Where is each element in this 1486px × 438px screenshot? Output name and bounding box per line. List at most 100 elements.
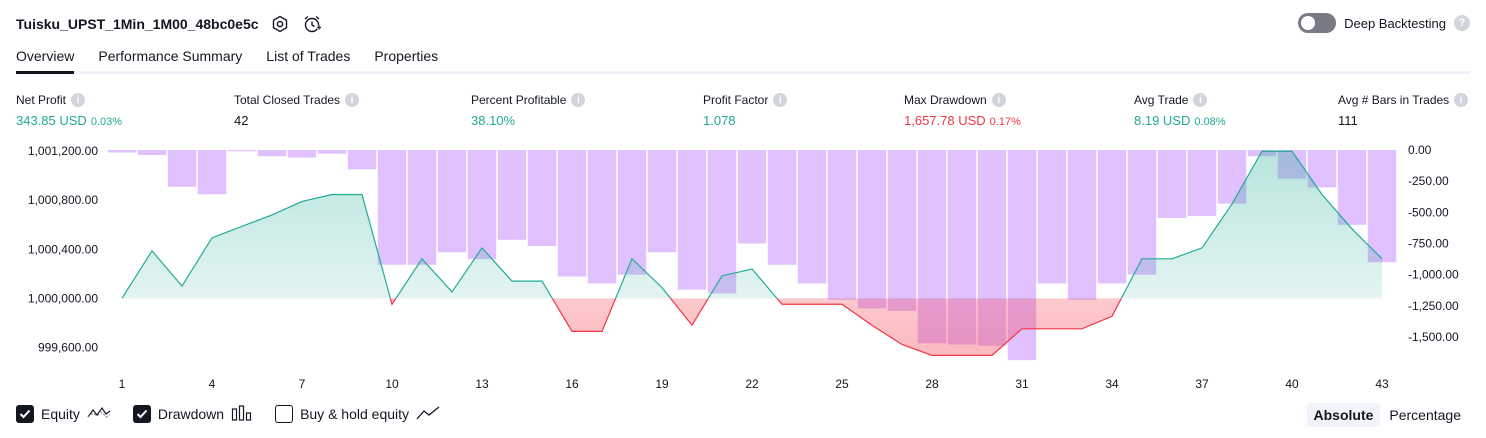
equity-line-icon xyxy=(87,405,111,424)
drawdown-bar xyxy=(347,150,377,170)
drawdown-bar xyxy=(827,150,857,300)
drawdown-bar xyxy=(1187,150,1217,217)
metric-avg-bars-in-trades: Avg # Bars in Trades i 111 xyxy=(1338,92,1469,128)
metric-avg-trade: Avg Trade i 8.19 USD 0.08% xyxy=(1134,92,1226,128)
x-axis-tick-label: 22 xyxy=(745,377,759,391)
metric-label: Max Drawdown xyxy=(904,93,987,107)
info-icon[interactable]: i xyxy=(71,93,86,107)
drawdown-bar xyxy=(407,150,437,265)
deep-backtesting-control: Deep Backtesting ? xyxy=(1298,13,1470,33)
drawdown-bar xyxy=(617,150,647,275)
info-icon[interactable]: i xyxy=(571,93,586,107)
drawdown-bar xyxy=(557,150,587,277)
metric-label: Avg # Bars in Trades xyxy=(1338,93,1450,107)
metric-label: Profit Factor xyxy=(703,93,769,107)
right-axis-tick-label: -500.00 xyxy=(1408,205,1449,219)
legend-buy-hold-equity[interactable]: Buy & hold equity xyxy=(275,405,440,424)
right-axis-tick-label: 0.00 xyxy=(1408,143,1432,157)
legend-equity[interactable]: Equity xyxy=(16,405,111,424)
left-axis-tick-label: 1,000,000.00 xyxy=(28,291,98,305)
alarm-clock-icon[interactable] xyxy=(301,13,323,35)
drawdown-bar xyxy=(677,150,707,290)
drawdown-bar xyxy=(377,150,407,265)
info-icon[interactable]: i xyxy=(1193,93,1208,107)
right-axis-tick-label: -1,500.00 xyxy=(1408,330,1459,344)
deep-backtesting-toggle[interactable] xyxy=(1298,13,1337,33)
strategy-tester-panel: Tuisku_UPST_1Min_1M00_48bc0e5c Deep Back… xyxy=(0,0,1486,438)
mode-absolute-button[interactable]: Absolute xyxy=(1306,403,1381,427)
drawdown-bar xyxy=(437,150,467,253)
x-axis-tick-label: 43 xyxy=(1375,377,1389,391)
drawdown-bar xyxy=(137,150,167,155)
drawdown-bar xyxy=(857,150,887,309)
legend-label: Equity xyxy=(41,406,80,422)
drawdown-bar xyxy=(797,150,827,284)
right-axis-tick-label: -1,250.00 xyxy=(1408,299,1459,313)
metric-max-drawdown: Max Drawdown i 1,657.78 USD 0.17% xyxy=(904,92,1021,128)
metric-profit-factor: Profit Factor i 1.078 xyxy=(703,92,788,128)
metric-value: 111 xyxy=(1338,113,1358,128)
drawdown-bar xyxy=(707,150,737,294)
tab-properties[interactable]: Properties xyxy=(374,44,438,71)
left-axis-tick-label: 1,000,800.00 xyxy=(28,193,98,207)
right-axis-tick-label: -250.00 xyxy=(1408,174,1449,188)
metric-percent: 0.08% xyxy=(1194,116,1226,128)
drawdown-bar xyxy=(737,150,767,244)
tab-overview[interactable]: Overview xyxy=(16,44,75,74)
info-icon[interactable]: i xyxy=(773,93,788,107)
info-icon[interactable]: i xyxy=(991,93,1006,107)
mode-percentage-button[interactable]: Percentage xyxy=(1382,403,1468,427)
tab-performance-summary[interactable]: Performance Summary xyxy=(98,44,242,71)
strategy-name[interactable]: Tuisku_UPST_1Min_1M00_48bc0e5c xyxy=(16,16,259,32)
checkbox-checked-icon[interactable] xyxy=(16,405,34,423)
tab-bar: Overview Performance Summary List of Tra… xyxy=(16,44,1470,74)
metric-value: 8.19 USD xyxy=(1134,113,1191,128)
equity-drawdown-chart[interactable]: 1,001,200.00 1,000,800.00 1,000,400.00 1,00… xyxy=(0,140,1486,400)
drawdown-bar xyxy=(1037,150,1067,284)
value-mode-switch: Absolute Percentage xyxy=(1306,402,1469,428)
drawdown-bars-icon xyxy=(231,404,253,424)
info-icon[interactable]: i xyxy=(345,93,360,107)
metric-percent-profitable: Percent Profitable i 38.10% xyxy=(471,92,586,128)
left-axis-tick-label: 1,001,200.00 xyxy=(28,144,98,158)
drawdown-bar xyxy=(287,150,317,158)
gear-icon[interactable] xyxy=(269,13,291,35)
drawdown-bar xyxy=(587,150,617,284)
left-axis-tick-label: 1,000,400.00 xyxy=(28,242,98,256)
drawdown-bar xyxy=(1067,150,1097,300)
strategy-header: Tuisku_UPST_1Min_1M00_48bc0e5c xyxy=(16,12,323,36)
drawdown-bar xyxy=(497,150,527,240)
metric-value: 343.85 USD xyxy=(16,113,87,128)
drawdown-bar xyxy=(227,150,257,152)
x-axis-tick-label: 28 xyxy=(925,377,939,391)
drawdown-bar xyxy=(1157,150,1187,218)
deep-backtesting-label: Deep Backtesting xyxy=(1344,15,1446,31)
metric-total-closed-trades: Total Closed Trades i 42 xyxy=(234,92,360,128)
x-axis-tick-label: 37 xyxy=(1195,377,1209,391)
drawdown-bar xyxy=(1367,150,1397,263)
metric-value: 42 xyxy=(234,113,249,128)
checkbox-unchecked-icon[interactable] xyxy=(275,405,294,423)
legend-drawdown[interactable]: Drawdown xyxy=(132,404,253,424)
x-axis-tick-label: 10 xyxy=(385,377,399,391)
metric-value: 38.10% xyxy=(471,113,516,128)
x-axis-tick-label: 25 xyxy=(835,377,849,391)
drawdown-bar xyxy=(887,150,917,311)
metric-net-profit: Net Profit i 343.85 USD 0.03% xyxy=(16,92,122,128)
x-axis-tick-label: 34 xyxy=(1105,377,1119,391)
right-axis-tick-label: -750.00 xyxy=(1408,237,1449,251)
help-icon[interactable]: ? xyxy=(1454,15,1470,31)
metric-label: Net Profit xyxy=(16,93,67,107)
legend-label: Drawdown xyxy=(157,406,225,422)
drawdown-bar xyxy=(257,150,287,157)
x-axis-tick-label: 40 xyxy=(1285,377,1299,391)
drawdown-bar xyxy=(1337,150,1367,225)
chart-legend: Equity Drawdown Buy & hold equity xyxy=(16,402,462,426)
right-axis-tick-label: -1,000.00 xyxy=(1408,268,1459,282)
x-axis-tick-label: 1 xyxy=(119,377,126,391)
info-icon[interactable]: i xyxy=(1454,93,1469,107)
metrics-row: Net Profit i 343.85 USD 0.03% Total Closed… xyxy=(0,92,1486,132)
drawdown-bar xyxy=(317,150,347,154)
tab-list-of-trades[interactable]: List of Trades xyxy=(266,44,350,71)
checkbox-checked-icon[interactable] xyxy=(132,405,151,423)
